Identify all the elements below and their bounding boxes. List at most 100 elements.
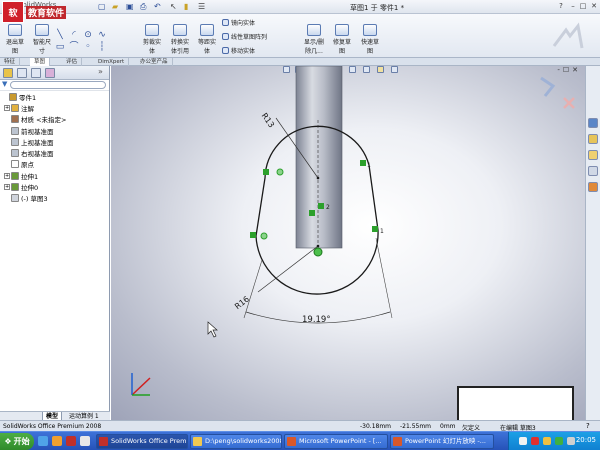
repair-sketch-button[interactable]: 修复草 图 bbox=[330, 24, 354, 55]
select-icon[interactable]: ↖ bbox=[170, 2, 177, 11]
antivirus-icon[interactable] bbox=[531, 437, 539, 445]
tree-item[interactable]: 前视基准面 bbox=[0, 125, 109, 136]
start-label: 开始 bbox=[13, 437, 30, 446]
restore-icon[interactable]: □ bbox=[578, 2, 588, 11]
tree-item-label: 原点 bbox=[21, 161, 34, 170]
offset-entities-button[interactable]: 等距实 体 bbox=[195, 24, 219, 55]
new-doc-icon[interactable]: ▢ bbox=[98, 2, 106, 11]
tree-item[interactable]: 原点 bbox=[0, 159, 109, 170]
help-icon[interactable]: ? bbox=[556, 2, 566, 11]
quick-snaps-button[interactable]: 快速草 图 bbox=[358, 24, 382, 55]
linear-pattern-button[interactable]: 线性草图阵列 bbox=[222, 32, 267, 41]
origin-coincident-icon[interactable] bbox=[313, 247, 323, 257]
arc-tool-icon[interactable]: ◜ bbox=[68, 30, 80, 40]
panel-expand-icon[interactable]: » bbox=[98, 67, 103, 76]
expand-toggle-icon[interactable]: + bbox=[4, 184, 10, 191]
dimension-angle[interactable]: 19.19° bbox=[302, 315, 331, 325]
dimxpert-icon[interactable] bbox=[45, 68, 55, 78]
smart-dimension-button[interactable]: 智能尺 寸 bbox=[30, 24, 54, 55]
network-icon[interactable] bbox=[519, 437, 527, 445]
tree-item[interactable]: 材质 <未指定> bbox=[0, 114, 109, 125]
tree-item[interactable]: + 拉伸0 bbox=[0, 181, 109, 192]
line-tool-icon[interactable]: ╲ bbox=[54, 30, 66, 40]
tree-item[interactable]: 右视基准面 bbox=[0, 147, 109, 158]
help-status-icon[interactable]: ? bbox=[586, 422, 590, 430]
options-icon[interactable]: ☰ bbox=[198, 2, 205, 11]
feature-tree-icon[interactable] bbox=[3, 68, 13, 78]
relation-coincident-icon[interactable] bbox=[276, 168, 284, 176]
volume-icon[interactable] bbox=[543, 437, 551, 445]
sketch-canvas[interactable]: R13 R16 19.19° 2 1 1 bbox=[111, 66, 585, 420]
circle-tool-icon[interactable]: ⊙ bbox=[82, 30, 94, 40]
view-palette-icon[interactable] bbox=[588, 166, 598, 176]
tab-sketch[interactable]: 草图 bbox=[30, 58, 51, 66]
appearances-icon[interactable] bbox=[588, 182, 598, 192]
relation-vertical-icon[interactable] bbox=[318, 203, 324, 209]
resources-icon[interactable] bbox=[588, 118, 598, 128]
repair-icon bbox=[335, 24, 349, 36]
relation-icon[interactable] bbox=[309, 210, 315, 216]
logo-text: 软 bbox=[8, 8, 18, 19]
save-icon[interactable]: ▣ bbox=[126, 2, 134, 11]
input-method-icon[interactable] bbox=[567, 437, 575, 445]
tab-office-products[interactable]: 办公室产品 bbox=[136, 58, 173, 66]
exit-sketch-button[interactable]: 退出草 图 bbox=[4, 24, 26, 55]
rebuild-confirm-icon[interactable] bbox=[540, 76, 556, 97]
rectangle-tool-icon[interactable]: ▭ bbox=[54, 42, 66, 52]
dimension-r16[interactable]: R16 bbox=[233, 294, 251, 311]
task-slideshow[interactable]: PowerPoint 幻灯片放映 -... bbox=[390, 434, 494, 449]
relation-tangent-icon[interactable] bbox=[372, 226, 378, 232]
tab-features[interactable]: 特征 bbox=[0, 58, 21, 66]
move-entities-button[interactable]: 移动实体 bbox=[222, 46, 255, 55]
desktop-icon[interactable] bbox=[80, 436, 90, 446]
sketch-point[interactable] bbox=[316, 244, 320, 248]
tab-evaluate[interactable]: 评估 bbox=[62, 58, 83, 66]
tree-node-icon bbox=[11, 160, 19, 169]
relation-coincident-icon[interactable] bbox=[260, 232, 268, 240]
rebuild-icon[interactable]: ▮ bbox=[184, 2, 188, 11]
configuration-icon[interactable] bbox=[31, 68, 41, 78]
point-tool-icon[interactable]: ◦ bbox=[82, 42, 94, 52]
media-icon[interactable] bbox=[52, 436, 62, 446]
relation-tangent-icon[interactable] bbox=[360, 160, 366, 166]
tab-dimxpert[interactable]: DimXpert bbox=[94, 58, 130, 66]
expand-toggle-icon[interactable]: + bbox=[4, 172, 10, 179]
display-relations-button[interactable]: 显示/删 除几... bbox=[300, 24, 328, 55]
close-icon[interactable]: ✕ bbox=[589, 2, 599, 11]
ie-icon[interactable] bbox=[38, 436, 48, 446]
mirror-entities-button[interactable]: 镜向实体 bbox=[222, 18, 255, 27]
task-explorer[interactable]: D:\peng\solidworks2008 bbox=[190, 434, 282, 449]
dimension-r13[interactable]: R13 bbox=[260, 111, 276, 129]
centerline-tool-icon[interactable]: ┆ bbox=[96, 42, 108, 52]
start-button[interactable]: ❖ 开始 bbox=[0, 433, 34, 450]
print-icon[interactable]: ⎙ bbox=[140, 2, 146, 12]
spline-tool-icon[interactable]: ∿ bbox=[96, 30, 108, 40]
solidworks-quick-icon[interactable] bbox=[66, 436, 76, 446]
tangent-arc-icon[interactable]: ⌒ bbox=[68, 42, 80, 52]
convert-entities-button[interactable]: 转换实 体引用 bbox=[166, 24, 194, 55]
design-library-icon[interactable] bbox=[588, 134, 598, 144]
task-label: SolidWorks Office Premiu... bbox=[111, 437, 187, 445]
minimize-icon[interactable]: – bbox=[568, 2, 578, 11]
filter-input[interactable] bbox=[10, 81, 106, 89]
tree-item[interactable]: 上视基准面 bbox=[0, 136, 109, 147]
tree-item[interactable]: 零件1 bbox=[0, 91, 109, 102]
tree-item[interactable]: + 拉伸1 bbox=[0, 170, 109, 181]
cancel-sketch-icon[interactable] bbox=[563, 97, 575, 109]
undo-icon[interactable]: ↶ bbox=[154, 2, 161, 11]
graphics-area[interactable]: -☐✕ R13 R16 19.19° 2 1 1 bbox=[111, 66, 585, 420]
relation-tangent-icon[interactable] bbox=[250, 232, 256, 238]
trim-entities-button[interactable]: 剪裁实 体 bbox=[140, 24, 164, 55]
property-manager-icon[interactable] bbox=[17, 68, 27, 78]
task-solidworks[interactable]: SolidWorks Office Premiu... bbox=[96, 434, 188, 449]
tree-item[interactable]: + 注解 bbox=[0, 102, 109, 113]
sketch-point[interactable] bbox=[316, 176, 320, 180]
tree-item[interactable]: (-) 草图3 bbox=[0, 193, 109, 204]
expand-toggle-icon[interactable]: + bbox=[4, 104, 10, 111]
relation-tangent-icon[interactable] bbox=[263, 169, 269, 175]
open-folder-icon[interactable]: ▰ bbox=[112, 2, 118, 11]
update-icon[interactable] bbox=[555, 437, 563, 445]
solidworks-icon bbox=[99, 437, 108, 446]
file-explorer-icon[interactable] bbox=[588, 150, 598, 160]
task-powerpoint[interactable]: Microsoft PowerPoint - [... bbox=[284, 434, 388, 449]
